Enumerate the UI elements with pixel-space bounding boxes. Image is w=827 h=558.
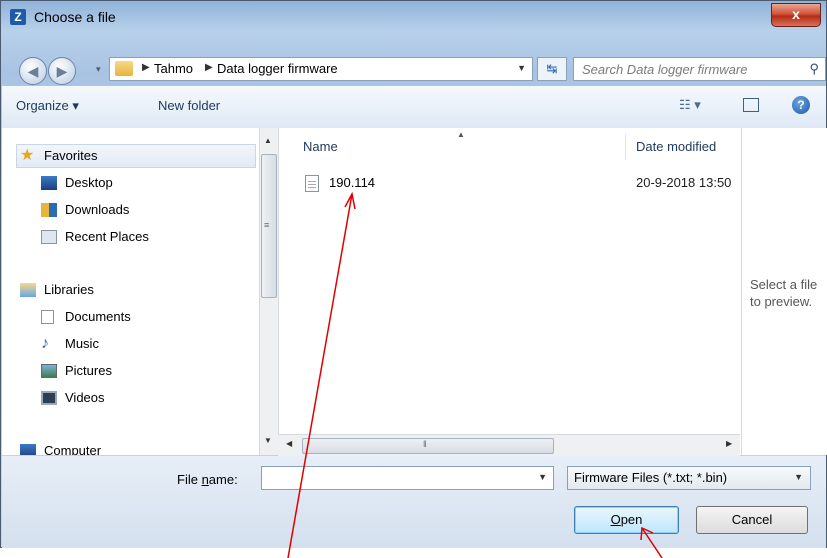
scroll-grip-icon: ≡ [264, 220, 270, 230]
preview-pane: Select a file to preview. [741, 128, 827, 455]
forward-arrow-icon[interactable]: ▶ [48, 57, 76, 85]
file-type-filter-value: Firmware Files (*.txt; *.bin) [574, 470, 728, 485]
chevron-right-icon[interactable]: ▶ [205, 62, 213, 73]
star-icon: ★ [20, 147, 35, 164]
file-date-modified: 20-9-2018 13:50 [636, 175, 732, 190]
search-icon[interactable]: ⚲ [809, 61, 819, 77]
scroll-left-icon[interactable]: ◀ [286, 439, 292, 448]
title-bar[interactable]: Z Choose a file x [1, 1, 826, 33]
app-logo-icon: Z [10, 9, 26, 25]
command-toolbar: Organize ▾ New folder ☷ ▾ ? [2, 85, 826, 129]
window-title: Choose a file [34, 9, 116, 25]
chevron-down-icon[interactable]: ▼ [794, 472, 803, 482]
preview-placeholder-text: Select a file to preview. [750, 277, 818, 309]
computer-icon [20, 444, 36, 455]
file-type-filter-select[interactable]: Firmware Files (*.txt; *.bin) ▼ [567, 466, 811, 490]
search-placeholder: Search Data logger firmware [582, 62, 748, 77]
refresh-icon[interactable]: ↹ [537, 57, 567, 81]
search-input[interactable]: Search Data logger firmware ⚲ [573, 57, 826, 81]
breadcrumb-data-logger-firmware[interactable]: Data logger firmware [217, 61, 338, 76]
desktop-icon [41, 176, 57, 190]
downloads-icon [41, 203, 57, 217]
help-icon[interactable]: ? [792, 96, 810, 114]
scroll-down-icon[interactable]: ▼ [264, 436, 272, 445]
open-button[interactable]: Open [574, 506, 679, 534]
pictures-icon [41, 364, 57, 378]
views-icon[interactable]: ☷ ▾ [679, 97, 701, 113]
navigation-pane: ★ Favorites Desktop Downloads Recent Pla… [2, 128, 259, 455]
documents-icon [41, 310, 54, 324]
file-name-label: File name: [177, 472, 238, 487]
videos-icon [41, 391, 57, 405]
new-folder-button[interactable]: New folder [158, 98, 220, 113]
chevron-right-icon[interactable]: ▶ [142, 62, 150, 73]
breadcrumb-tahmo[interactable]: Tahmo [154, 61, 193, 76]
column-header-date-modified[interactable]: Date modified [636, 139, 716, 154]
file-name: 190.114 [329, 175, 376, 190]
scroll-up-icon[interactable]: ▲ [264, 136, 272, 145]
dialog-footer: File name: ▼ Firmware Files (*.txt; *.bi… [2, 456, 826, 548]
file-name-input[interactable]: ▼ [261, 466, 554, 490]
hscroll-thumb[interactable]: ‖ [302, 438, 554, 454]
text-file-icon [305, 175, 319, 192]
sort-ascending-icon: ▲ [457, 130, 465, 139]
file-list-horizontal-scrollbar[interactable]: ◀ ‖ ▶ [278, 434, 740, 456]
preview-pane-icon[interactable] [743, 98, 759, 112]
nav-pane-scrollbar[interactable]: ▲ ≡ ▼ [259, 128, 278, 455]
history-dropdown-icon[interactable]: ▾ [96, 64, 106, 76]
file-dialog-window: Z Choose a file x ◀ ▶ ▾ ▶ Tahmo ▶ Data l… [0, 0, 827, 548]
cancel-button[interactable]: Cancel [696, 506, 808, 534]
organize-button[interactable]: Organize ▾ [16, 98, 79, 114]
column-divider[interactable] [625, 134, 626, 160]
address-bar[interactable]: ▶ Tahmo ▶ Data logger firmware ▼ [109, 57, 533, 81]
hscroll-grip-icon: ‖ [423, 439, 427, 449]
folder-icon [115, 61, 133, 76]
navigation-bar: ◀ ▶ ▾ ▶ Tahmo ▶ Data logger firmware ▼ ↹… [1, 45, 826, 85]
music-icon: ♪ [41, 335, 49, 352]
libraries-icon [20, 283, 36, 297]
scroll-right-icon[interactable]: ▶ [726, 439, 732, 448]
file-row[interactable]: 190.114 20-9-2018 13:50 [299, 172, 739, 194]
recent-places-icon [41, 230, 57, 244]
chevron-down-icon[interactable]: ▼ [517, 63, 526, 73]
back-arrow-icon[interactable]: ◀ [19, 57, 47, 85]
chevron-down-icon[interactable]: ▼ [538, 472, 547, 482]
close-button[interactable]: x [771, 3, 821, 27]
file-list-pane: ▲ Name Date modified 190.114 20-9-2018 1… [278, 128, 741, 455]
column-header-name[interactable]: Name [303, 139, 338, 154]
